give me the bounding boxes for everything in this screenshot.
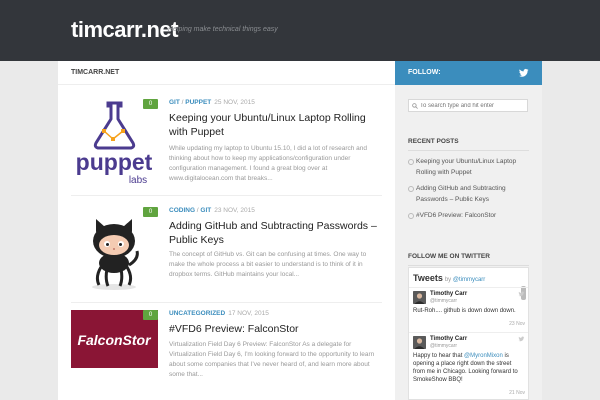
comment-count-badge[interactable]: 0 — [143, 207, 158, 217]
tweet-timestamp[interactable]: 23 Nov — [509, 321, 525, 327]
search-input[interactable] — [420, 100, 526, 111]
twitter-handle-link[interactable]: @timmycarr — [453, 277, 485, 283]
post-excerpt: While updating my laptop to Ubuntu 15.10… — [169, 145, 368, 182]
site-tagline: Helping make technical things easy — [168, 26, 278, 33]
post-date: 23 NOV, 2015 — [214, 207, 255, 214]
puppet-logo-icon: puppet labs — [71, 99, 158, 186]
comment-count-badge[interactable]: 0 — [143, 310, 158, 320]
search-box — [408, 99, 528, 112]
divider — [409, 332, 528, 333]
breadcrumb[interactable]: TIMCARR.NET — [71, 69, 119, 76]
recent-posts-list: Keeping your Ubuntu/Linux Laptop Rolling… — [408, 156, 529, 226]
avatar[interactable] — [413, 291, 426, 304]
post-category[interactable]: CODING — [169, 207, 195, 214]
divider — [71, 195, 382, 196]
octocat-icon — [71, 207, 158, 294]
post-category[interactable]: UNCATEGORIZED — [169, 310, 225, 317]
avatar[interactable] — [413, 336, 426, 349]
post-date: 17 NOV, 2015 — [228, 310, 269, 317]
site-title[interactable]: timcarr.net — [71, 17, 179, 43]
tweet-timestamp[interactable]: 21 Nov — [509, 390, 525, 396]
site-header: timcarr.net Helping make technical thing… — [0, 0, 600, 61]
search-icon — [412, 103, 418, 109]
post-item: 0 CODING / GIT 23 NOV, 2015 Adding GitHub… — [71, 207, 383, 297]
breadcrumb-bar: TIMCARR.NET — [58, 61, 395, 85]
follow-label: FOLLOW: — [408, 69, 441, 76]
puppet-logo-subtext: labs — [129, 175, 147, 186]
comment-count-badge[interactable]: 0 — [143, 99, 158, 109]
falconstor-logo-text: FalconStor — [77, 332, 152, 348]
post-thumbnail-github[interactable]: 0 — [71, 207, 158, 294]
post-category[interactable]: GIT — [200, 207, 211, 214]
post-item: puppet labs 0 GIT / PUPPET 25 NOV, 2015 K… — [71, 99, 383, 189]
tweet-author-name[interactable]: Timothy Carr — [430, 291, 467, 297]
tweet-text: Happy to hear that @MyronMixon is openin… — [413, 353, 518, 383]
follow-bar: FOLLOW: — [395, 61, 542, 85]
post-title[interactable]: Keeping your Ubuntu/Linux Laptop Rolling… — [169, 111, 383, 139]
twitter-bird-icon — [518, 291, 525, 297]
twitter-icon[interactable] — [519, 68, 529, 78]
post-meta: GIT / PUPPET 25 NOV, 2015 — [169, 99, 255, 106]
tweet-author-name[interactable]: Timothy Carr — [430, 336, 467, 342]
puppet-logo-text: puppet — [76, 149, 153, 175]
post-meta: UNCATEGORIZED 17 NOV, 2015 — [169, 310, 269, 317]
tweet-author-handle[interactable]: @timmycarr — [430, 298, 457, 304]
sidebar: FOLLOW: RECENT POSTS Keeping your Ubuntu… — [395, 61, 542, 400]
post-item: FalconStor 0 UNCATEGORIZED 17 NOV, 2015 #… — [71, 310, 383, 400]
recent-post-link[interactable]: Keeping your Ubuntu/Linux Laptop Rolling… — [408, 156, 529, 178]
tweet-mention-link[interactable]: @MyronMixon — [464, 353, 503, 359]
recent-post-link[interactable]: #VFD6 Preview: FalconStor — [408, 210, 529, 221]
post-date: 25 NOV, 2015 — [214, 99, 255, 106]
post-title[interactable]: #VFD6 Preview: FalconStor — [169, 322, 383, 336]
post-meta: CODING / GIT 23 NOV, 2015 — [169, 207, 255, 214]
tweet-item[interactable]: Timothy Carr @timmycarr Rut-Roh.... gith… — [413, 291, 525, 329]
twitter-bird-icon — [518, 336, 525, 342]
divider — [71, 302, 382, 303]
divider — [409, 287, 528, 288]
tweet-author-handle[interactable]: @timmycarr — [430, 343, 457, 349]
post-excerpt: Virtualization Field Day 6 Preview: Falc… — [169, 341, 375, 378]
post-excerpt: The concept of GitHub vs. Git can be con… — [169, 251, 367, 278]
twitter-timeline[interactable]: Tweets by @timmycarr Timothy Carr @timmyc… — [408, 267, 529, 400]
post-thumbnail-falconstor[interactable]: FalconStor 0 — [71, 310, 158, 368]
recent-posts-title: RECENT POSTS — [408, 138, 529, 151]
recent-post-link[interactable]: Adding GitHub and Subtracting Passwords … — [408, 183, 529, 205]
post-title[interactable]: Adding GitHub and Subtracting Passwords … — [169, 219, 383, 247]
avatar-image-icon — [413, 336, 426, 349]
post-category[interactable]: PUPPET — [185, 99, 211, 106]
tweet-item[interactable]: Timothy Carr @timmycarr Happy to hear th… — [413, 336, 525, 399]
avatar-image-icon — [413, 291, 426, 304]
post-category[interactable]: GIT — [169, 99, 180, 106]
twitter-widget-title: FOLLOW ME ON TWITTER — [408, 253, 529, 266]
tweet-text: Rut-Roh.... github is down down down. — [413, 308, 516, 314]
tweets-heading: Tweets by @timmycarr — [413, 273, 486, 283]
post-thumbnail-puppet[interactable]: puppet labs 0 — [71, 99, 158, 186]
main-content: TIMCARR.NET puppet labs 0 GIT / PUPPET 25… — [58, 61, 395, 400]
